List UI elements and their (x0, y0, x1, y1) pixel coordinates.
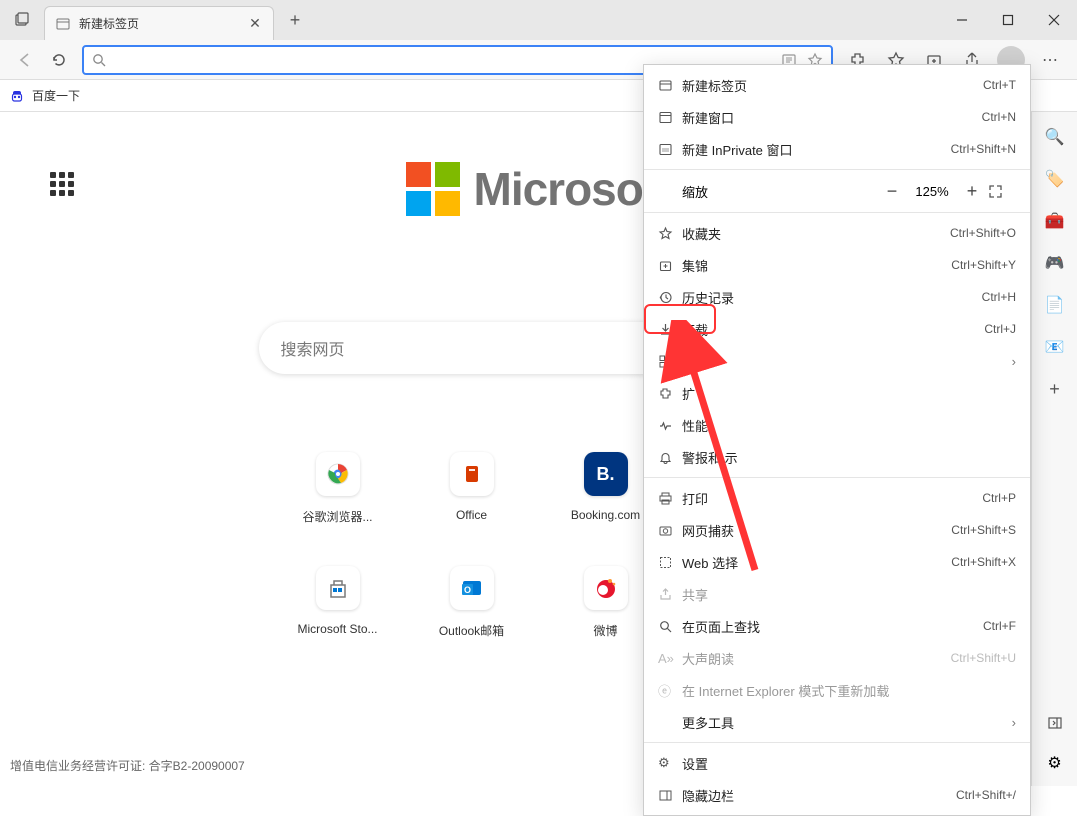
svg-text:O: O (463, 585, 470, 595)
titlebar: 新建标签页 ✕ + (0, 0, 1077, 40)
quick-link[interactable]: 谷歌浏览器... (271, 452, 405, 562)
refresh-button[interactable] (42, 43, 76, 77)
chevron-right-icon: › (1012, 354, 1016, 369)
collapse-sidebar-icon[interactable] (1044, 712, 1066, 734)
ie-icon: ⓔ (658, 681, 682, 700)
close-window-button[interactable] (1031, 0, 1077, 40)
add-sidebar-icon[interactable]: + (1044, 378, 1066, 400)
microsoft-logo-icon (406, 162, 460, 216)
menu-collections[interactable]: 集锦Ctrl+Shift+Y (644, 249, 1030, 281)
games-sidebar-icon[interactable]: 🎮 (1044, 252, 1066, 274)
window-controls (939, 0, 1077, 40)
find-icon (658, 619, 682, 634)
new-tab-icon (658, 78, 682, 93)
quick-link[interactable]: OOutlook邮箱 (405, 566, 539, 676)
menu-favorites[interactable]: 收藏夹Ctrl+Shift+O (644, 217, 1030, 249)
menu-history[interactable]: 历史记录Ctrl+H (644, 281, 1030, 313)
settings-dropdown-menu: 新建标签页Ctrl+T 新建窗口Ctrl+N 新建 InPrivate 窗口Ct… (643, 64, 1031, 816)
window-icon (658, 110, 682, 125)
back-button[interactable] (8, 43, 42, 77)
select-icon (658, 555, 682, 570)
right-sidebar: 🔍 🏷️ 🧰 🎮 📄 📧 + ⚙ (1031, 112, 1077, 786)
menu-downloads[interactable]: 下载Ctrl+J (644, 313, 1030, 345)
maximize-button[interactable] (985, 0, 1031, 40)
fullscreen-button[interactable] (988, 184, 1016, 199)
menu-more-tools[interactable]: 更多工具› (644, 706, 1030, 738)
menu-new-tab[interactable]: 新建标签页Ctrl+T (644, 69, 1030, 101)
tab-title: 新建标签页 (79, 15, 247, 32)
quick-link[interactable]: Office (405, 452, 539, 562)
print-icon (658, 491, 682, 506)
search-sidebar-icon[interactable]: 🔍 (1044, 126, 1066, 148)
inprivate-icon (658, 142, 682, 157)
extension-icon (658, 386, 682, 401)
menu-zoom: 缩放 − 125% + (644, 174, 1030, 208)
menu-extensions[interactable]: 扩 (644, 377, 1030, 409)
menu-read-aloud: A»大声朗读Ctrl+Shift+U (644, 642, 1030, 674)
download-icon (658, 322, 682, 337)
menu-print[interactable]: 打印Ctrl+P (644, 482, 1030, 514)
menu-alerts[interactable]: 警报和 示 (644, 441, 1030, 473)
menu-find[interactable]: 在页面上查找Ctrl+F (644, 610, 1030, 642)
menu-share: 共享 (644, 578, 1030, 610)
bookmark-item[interactable]: 百度一下 (10, 87, 80, 104)
shopping-sidebar-icon[interactable]: 🏷️ (1044, 168, 1066, 190)
menu-settings[interactable]: ⚙设置 (644, 747, 1030, 779)
menu-hide-sidebar[interactable]: 隐藏边栏Ctrl+Shift+/ (644, 779, 1030, 811)
sidebar-icon (658, 788, 682, 803)
zoom-in-button[interactable]: + (956, 181, 988, 202)
gear-icon: ⚙ (658, 755, 682, 771)
share-icon (658, 587, 682, 602)
star-icon (658, 226, 682, 241)
bell-icon (658, 450, 682, 465)
tab-favicon (55, 16, 71, 32)
menu-new-inprivate[interactable]: 新建 InPrivate 窗口Ctrl+Shift+N (644, 133, 1030, 165)
settings-sidebar-icon[interactable]: ⚙ (1044, 752, 1066, 774)
new-tab-button[interactable]: + (280, 5, 310, 35)
menu-ie-mode: ⓔ在 Internet Explorer 模式下重新加载 (644, 674, 1030, 706)
collections-icon (658, 258, 682, 273)
speaker-icon: A» (658, 651, 682, 666)
settings-menu-button[interactable]: ⋯ (1031, 43, 1069, 77)
chevron-right-icon: › (1012, 715, 1016, 730)
search-placeholder: 搜索网页 (281, 336, 345, 360)
search-icon (92, 53, 106, 67)
menu-capture[interactable]: 网页捕获Ctrl+Shift+S (644, 514, 1030, 546)
footer-license: 增值电信业务经营许可证: 合字B2-20090007 (10, 757, 245, 774)
heartbeat-icon (658, 418, 682, 433)
brand-text: Microsoft (474, 162, 672, 216)
menu-performance[interactable]: 性能 (644, 409, 1030, 441)
menu-new-window[interactable]: 新建窗口Ctrl+N (644, 101, 1030, 133)
menu-apps[interactable]: 应用› (644, 345, 1030, 377)
browser-tab[interactable]: 新建标签页 ✕ (44, 6, 274, 40)
tab-close-button[interactable]: ✕ (247, 16, 263, 32)
camera-icon (658, 523, 682, 538)
outlook-sidebar-icon[interactable]: 📧 (1044, 336, 1066, 358)
bookmark-favicon (10, 88, 26, 104)
history-icon (658, 290, 682, 305)
bookmark-label: 百度一下 (32, 87, 80, 104)
zoom-value: 125% (908, 184, 956, 199)
quick-link[interactable]: Microsoft Sto... (271, 566, 405, 676)
zoom-out-button[interactable]: − (876, 181, 908, 202)
minimize-button[interactable] (939, 0, 985, 40)
tools-sidebar-icon[interactable]: 🧰 (1044, 210, 1066, 232)
menu-web-select[interactable]: Web 选择Ctrl+Shift+X (644, 546, 1030, 578)
office-sidebar-icon[interactable]: 📄 (1044, 294, 1066, 316)
apps-icon (658, 354, 682, 369)
tab-actions-button[interactable] (0, 12, 44, 28)
